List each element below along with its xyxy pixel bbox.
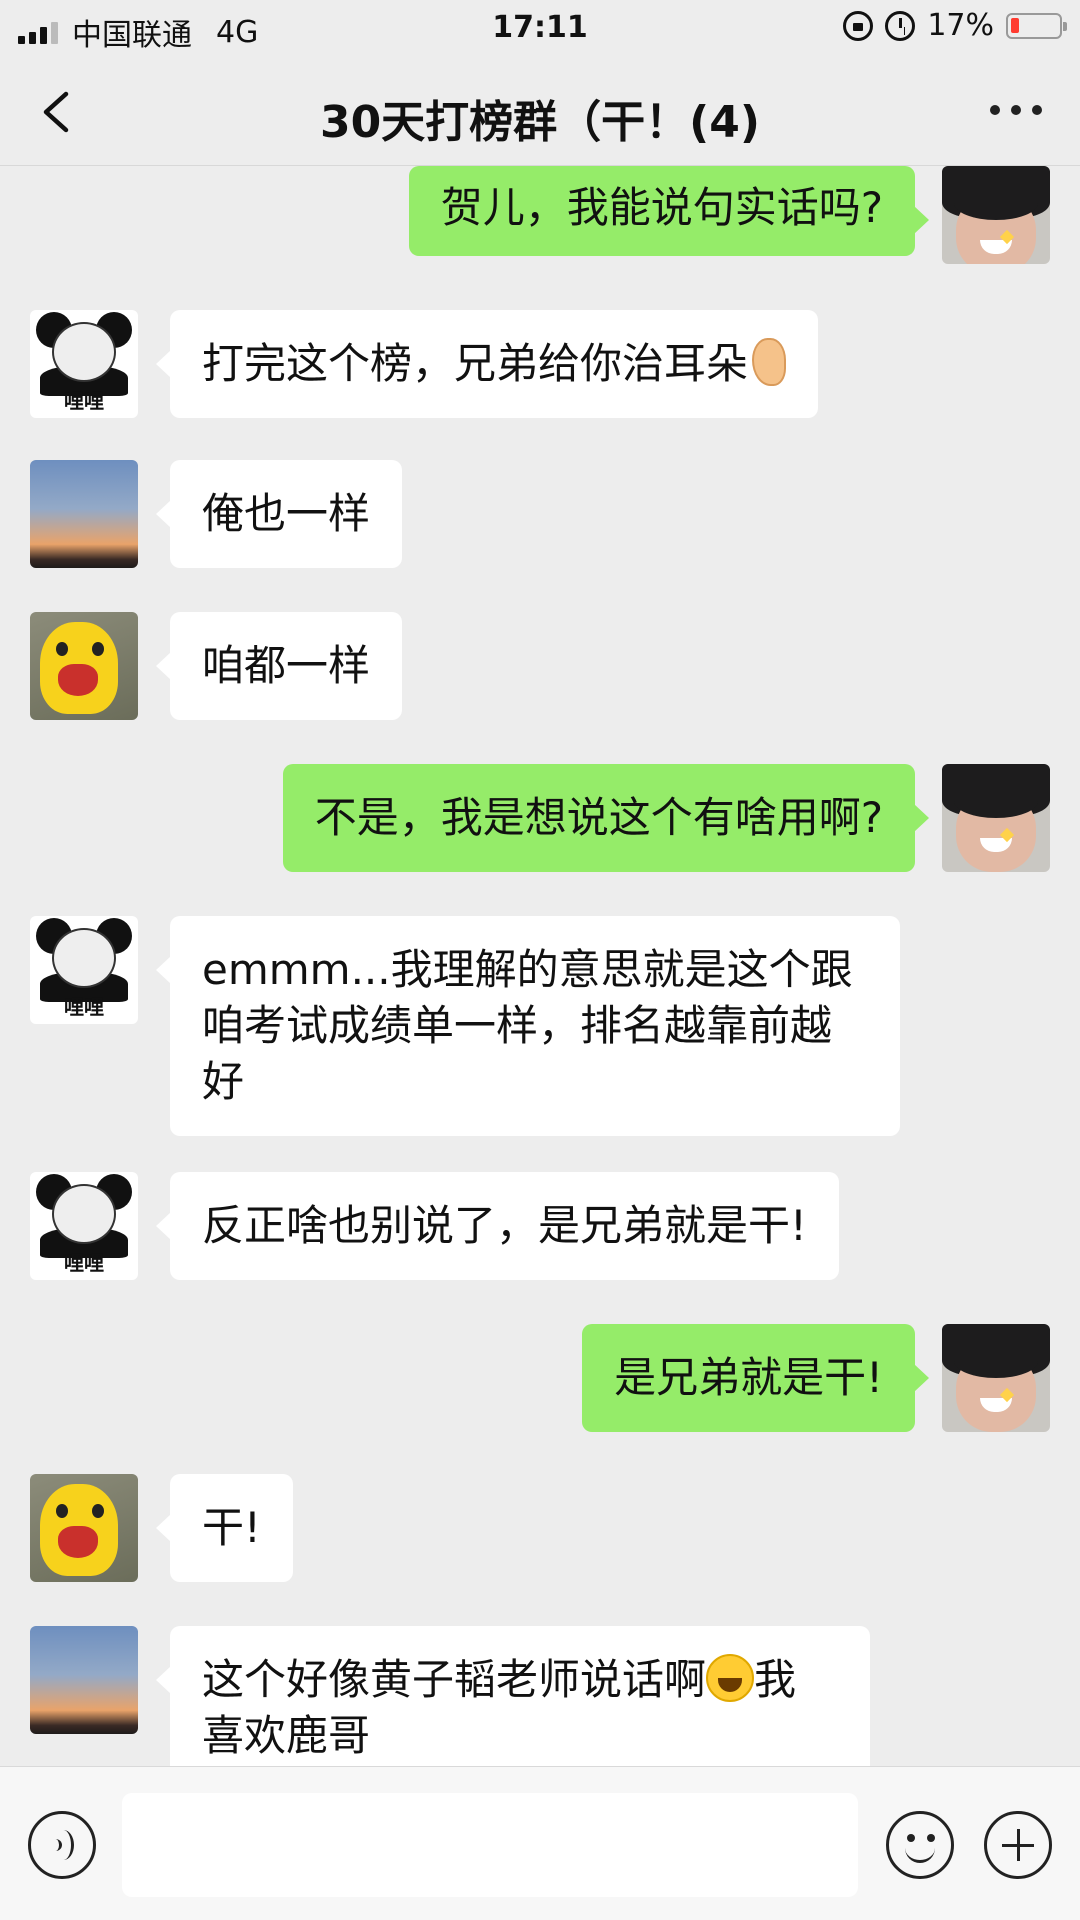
avatar-caption: 哩哩 [64,389,104,413]
message-bubble[interactable]: emmm...我理解的意思就是这个跟 咱考试成绩单一样，排名越靠前越 好 [156,916,900,1136]
chat-header: 30天打榜群（干！(4) [0,56,1080,166]
avatar[interactable] [942,1324,1050,1432]
message-text-line: 喜欢鹿哥 [202,1711,371,1760]
message-text-line: 这个好像黄子韬老师说话啊 [202,1655,707,1704]
input-bar [0,1766,1080,1920]
avatar[interactable]: 哩哩 [30,916,138,1024]
message-text: 贺儿，我能说句实话吗? [440,183,883,232]
avatar[interactable] [30,1474,138,1582]
message-text: 俺也一样 [202,489,371,538]
message-text: 干! [202,1503,261,1552]
message-text: 是兄弟就是干! [614,1353,883,1402]
rotation-lock-icon [843,10,874,41]
avatar[interactable] [30,460,138,568]
avatar[interactable] [942,764,1050,872]
voice-icon[interactable] [28,1811,96,1879]
message-text-fragment: 我 [754,1655,797,1704]
message-bubble[interactable]: 是兄弟就是干! [582,1324,929,1432]
message-bubble[interactable]: 咱都一样 [155,612,403,720]
message-input[interactable] [122,1793,858,1897]
message-bubble[interactable]: 这个好像黄子韬老师说话啊我 喜欢鹿哥 [156,1626,870,1766]
ear-emoji-icon [752,338,787,386]
message-bubble[interactable]: 不是，我是想说这个有啥用啊? [282,764,930,872]
avatar[interactable] [30,1626,138,1734]
avatar[interactable] [942,166,1050,264]
message-text: 反正啥也别说了，是兄弟就是干! [202,1201,807,1250]
avatar[interactable]: 哩哩 [30,310,138,418]
avatar[interactable]: 哩哩 [30,1172,138,1280]
message-list[interactable]: 贺儿，我能说句实话吗? 哩哩 打完这个榜，兄弟给你治耳朵 俺也一样 咱都一样 不… [0,166,1080,1766]
emoji-icon[interactable] [886,1811,954,1879]
message-text-line: emmm...我理解的意思就是这个跟 [202,945,853,994]
avatar-caption: 哩哩 [64,995,104,1019]
battery-percent: 17% [927,8,994,43]
message-text-line: 咱考试成绩单一样，排名越靠前越 [202,1001,833,1050]
message-bubble[interactable]: 打完这个榜，兄弟给你治耳朵 [155,310,819,418]
message-text: 咱都一样 [202,641,371,690]
status-bar: 中国联通 4G 17:11 17% [0,0,1080,56]
avatar-caption: 哩哩 [64,1251,104,1275]
battery-icon [1006,12,1067,39]
battery-level [1011,17,1019,33]
message-text-line: 好 [202,1057,245,1106]
message-bubble[interactable]: 贺儿，我能说句实话吗? [408,166,930,256]
avatar[interactable] [30,612,138,720]
chat-title: 30天打榜群（干！(4) [319,97,761,148]
plus-icon[interactable] [984,1811,1052,1879]
message-bubble[interactable]: 干! [156,1474,293,1582]
message-bubble[interactable]: 俺也一样 [155,460,403,568]
message-text: 打完这个榜，兄弟给你治耳朵 [202,339,749,388]
laughing-tears-emoji-icon [706,1654,755,1702]
message-bubble[interactable]: 反正啥也别说了，是兄弟就是干! [156,1172,839,1280]
message-text: 不是，我是想说这个有啥用啊? [314,793,883,842]
alarm-icon [885,10,916,41]
more-dots-icon[interactable] [990,102,1042,118]
